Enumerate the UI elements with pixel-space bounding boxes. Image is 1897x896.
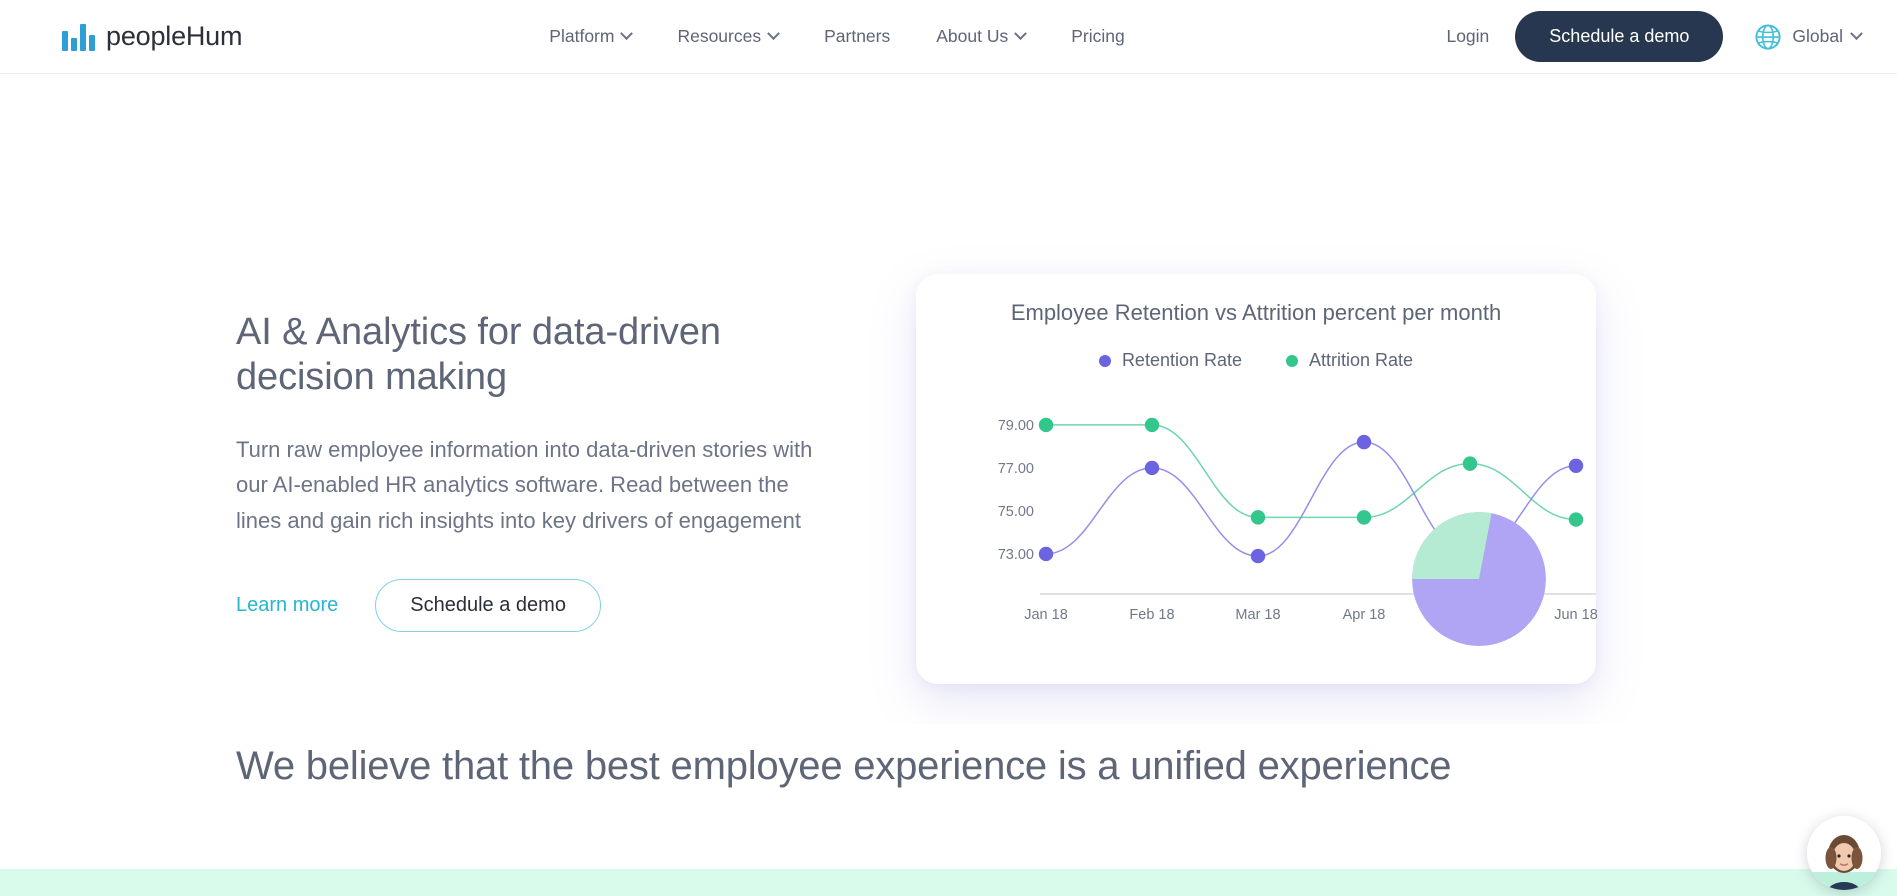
chevron-down-icon xyxy=(620,27,634,41)
x-axis-tick-label: Feb 18 xyxy=(1129,607,1174,623)
data-point-attrition-rate[interactable] xyxy=(1250,510,1266,525)
y-axis-tick-label: 73.00 xyxy=(998,547,1034,563)
login-link[interactable]: Login xyxy=(1446,26,1489,47)
legend-label: Retention Rate xyxy=(1121,350,1243,370)
data-point-retention-rate[interactable] xyxy=(1356,434,1372,450)
top-navbar: peopleHum Platform Resources Partners Ab… xyxy=(0,0,1897,74)
region-selector[interactable]: Global xyxy=(1753,22,1863,52)
learn-more-link[interactable]: Learn more xyxy=(236,594,338,617)
inset-pie-chart xyxy=(1412,512,1546,646)
brand-name: peopleHum xyxy=(106,21,243,51)
data-point-attrition-rate[interactable] xyxy=(1144,417,1160,433)
navbar-actions: Login Schedule a demo Global xyxy=(1446,11,1863,62)
hero-title: AI & Analytics for data-driven decision … xyxy=(236,311,721,398)
legend-color-swatch-icon xyxy=(1098,354,1111,367)
pie-chart-svg xyxy=(1412,512,1546,646)
legend-label: Attrition Rate xyxy=(1309,350,1414,370)
y-axis-tick-label: 75.00 xyxy=(998,504,1034,520)
primary-navigation: Platform Resources Partners About Us Pri… xyxy=(549,26,1124,47)
analytics-chart-card: Employee Retention vs Attrition percent … xyxy=(916,274,1598,684)
section-heading: We believe that the best employee experi… xyxy=(236,744,1452,788)
hero-copy-block: AI & Analytics for data-driven decision … xyxy=(236,310,836,632)
chevron-down-icon xyxy=(767,27,780,41)
hero-description: Turn raw employee information into data-… xyxy=(236,436,813,533)
chevron-down-icon xyxy=(1850,27,1863,41)
nav-item-label: About Us xyxy=(936,26,1009,46)
chart-legend: Retention Rate Attrition Rate xyxy=(916,350,1596,371)
data-point-attrition-rate[interactable] xyxy=(1462,456,1478,471)
x-axis-tick-label: Mar 18 xyxy=(1235,607,1280,623)
x-axis-tick-label: Jan 18 xyxy=(1024,607,1068,623)
data-point-retention-rate[interactable] xyxy=(1568,458,1584,473)
data-point-retention-rate[interactable] xyxy=(1038,546,1054,562)
support-agent-avatar-icon xyxy=(1807,816,1881,890)
chat-support-widget[interactable] xyxy=(1807,816,1881,890)
nav-item-platform[interactable]: Platform xyxy=(549,26,634,47)
data-point-attrition-rate[interactable] xyxy=(1356,510,1372,525)
data-point-retention-rate[interactable] xyxy=(1144,460,1160,476)
hero-actions: Learn more Schedule a demo xyxy=(236,578,836,632)
chevron-down-icon xyxy=(1014,27,1028,41)
globe-icon xyxy=(1755,23,1781,50)
data-point-attrition-rate[interactable] xyxy=(1038,417,1054,433)
y-axis-tick-label: 79.00 xyxy=(998,418,1034,434)
legend-item-attrition-rate[interactable]: Attrition Rate xyxy=(1286,350,1413,371)
chart-title: Employee Retention vs Attrition percent … xyxy=(1010,300,1502,325)
brand-logo[interactable]: peopleHum xyxy=(62,21,242,52)
data-point-attrition-rate[interactable] xyxy=(1568,512,1584,527)
legend-item-retention-rate[interactable]: Retention Rate xyxy=(1098,350,1243,371)
nav-item-partners[interactable]: Partners xyxy=(824,26,890,47)
nav-item-label: Platform xyxy=(549,26,615,46)
data-point-retention-rate[interactable] xyxy=(1250,548,1266,564)
nav-item-pricing[interactable]: Pricing xyxy=(1071,26,1125,47)
region-label: Global xyxy=(1792,26,1843,46)
nav-item-about-us[interactable]: About Us xyxy=(936,26,1028,47)
unified-experience-section: We believe that the best employee experi… xyxy=(0,724,1897,896)
nav-item-label: Resources xyxy=(677,26,762,46)
x-axis-tick-label: Jun 18 xyxy=(1554,607,1598,623)
y-axis-tick-label: 77.00 xyxy=(998,461,1034,477)
legend-color-swatch-icon xyxy=(1286,354,1299,367)
bar-chart-logo-icon xyxy=(62,23,95,51)
hero-schedule-demo-button[interactable]: Schedule a demo xyxy=(375,578,601,632)
nav-item-label: Pricing xyxy=(1071,26,1125,46)
nav-item-label: Partners xyxy=(824,26,891,46)
hero-section: AI & Analytics for data-driven decision … xyxy=(0,74,1897,724)
mint-divider-band xyxy=(0,869,1897,896)
navbar-schedule-demo-button[interactable]: Schedule a demo xyxy=(1515,11,1724,62)
x-axis-tick-label: Apr 18 xyxy=(1343,607,1386,623)
nav-item-resources[interactable]: Resources xyxy=(677,26,780,47)
series-line-attrition-rate xyxy=(1045,424,1577,521)
